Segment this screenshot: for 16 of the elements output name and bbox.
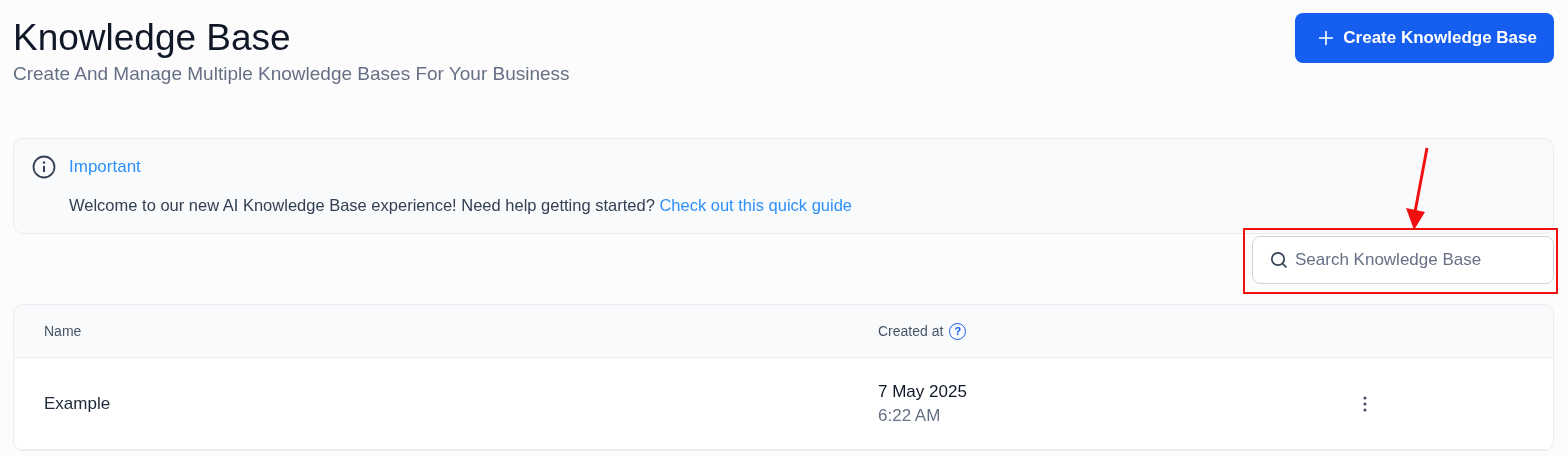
page-subtitle: Create And Manage Multiple Knowledge Bases For Your Business [13,63,570,85]
alert-title: Important [69,157,142,177]
info-icon [32,155,56,179]
create-button[interactable]: Create Knowledge Base [1295,13,1554,63]
plus-icon [1319,31,1334,45]
column-header: Name [44,323,82,339]
column-header: Created at [878,323,944,339]
created-date: 7 May 2025 [878,381,968,402]
guide-link[interactable]: Check out this quick guide [659,196,852,214]
more-icon[interactable] [1363,395,1367,412]
search-field[interactable]: Search Knowledge Base [1252,236,1554,284]
search-icon [1270,251,1288,269]
page-title: Knowledge Base [13,16,292,60]
created-time: 6:22 AM [878,405,942,426]
alert-message: Welcome to our new AI Knowledge Base experience! Need help getting started? Check out this quick guide [69,196,852,215]
table-cell: Example [44,393,111,413]
